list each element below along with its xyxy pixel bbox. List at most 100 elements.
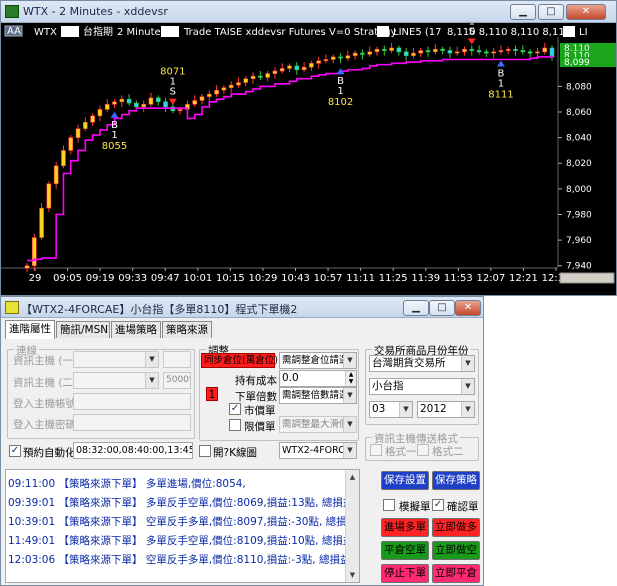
candle-body xyxy=(447,50,453,54)
save-strategy-button[interactable]: 保存策略 xyxy=(432,471,480,490)
candle-body xyxy=(520,50,526,53)
close-short-button[interactable]: 平倉空單 xyxy=(381,541,429,560)
minimize-button[interactable]: ▁ xyxy=(510,4,536,20)
candle-body xyxy=(367,51,373,55)
exchange-select[interactable]: 台灣期貨交易所 ▼ xyxy=(369,355,475,372)
candle-body xyxy=(279,68,285,72)
host1-port[interactable] xyxy=(163,351,191,368)
chart-area[interactable]: AA WTX S 台指期 2 Minutes R Trade TAISE xddevsr F… xyxy=(1,23,616,295)
order-maximize-button[interactable]: □ xyxy=(429,300,455,316)
scroll-down-icon[interactable]: ▼ xyxy=(347,569,358,581)
format1-label: 格式一 xyxy=(385,446,417,458)
candle-body xyxy=(454,51,460,54)
market-order-checkbox[interactable]: ✓ xyxy=(229,403,241,415)
order-minimize-button[interactable]: ▁ xyxy=(403,300,429,316)
close-button[interactable]: ✕ xyxy=(566,4,606,20)
candle-body xyxy=(119,98,125,103)
spinner-icon[interactable]: ▲ ▼ xyxy=(345,371,356,386)
x-tick-label: 10:57 xyxy=(314,273,343,284)
candle-body xyxy=(39,207,44,238)
scroll-up-icon[interactable]: ▲ xyxy=(347,471,358,483)
chevron-down-icon: ▼ xyxy=(145,352,158,367)
strategy-window-select[interactable]: WTX2-4FORCA ▼ xyxy=(279,442,357,459)
tab-strategy-source[interactable]: 策略來源 xyxy=(162,321,212,338)
multiplier-value: 需調整倍數請選 xyxy=(282,390,349,401)
candle-body xyxy=(265,73,270,78)
x-tick-label: 10:15 xyxy=(216,273,245,284)
host2-label: 資訊主機 (二) xyxy=(13,377,78,389)
login-password-field[interactable] xyxy=(73,414,191,431)
save-settings-button[interactable]: 保存設置 xyxy=(381,471,429,490)
max-slippage-select[interactable]: 需調整最大滑價 ▼ xyxy=(279,416,357,433)
candle-body xyxy=(309,63,314,68)
candle-body xyxy=(411,52,416,56)
multiplier-label: 下單倍數 xyxy=(235,391,277,403)
year-select[interactable]: 2012 ▼ xyxy=(417,401,475,418)
chevron-down-icon: ▼ xyxy=(399,402,412,417)
log-line: 11:49:01 【策略來源下單】 多單反手空單,價位:8109,損益:10點,… xyxy=(8,535,360,547)
open-k-chart-checkbox[interactable] xyxy=(199,445,211,457)
flatten-button[interactable]: 立即平倉 xyxy=(432,564,480,583)
y-tick-label: 7,960 xyxy=(566,236,592,246)
candle-body xyxy=(228,84,234,88)
trade-log[interactable]: 09:11:00 【策略來源下單】 多單進場,價位:8054, 09:39:01… xyxy=(5,469,360,583)
auto-schedule-checkbox[interactable]: ✓ xyxy=(9,445,21,457)
y-tick-label: 8,080 xyxy=(566,82,592,92)
log-line: 09:39:01 【策略來源下單】 多單反手空單,價位:8069,損益:13點,… xyxy=(8,497,360,509)
month-select[interactable]: 03 ▼ xyxy=(369,401,413,418)
stop-trading-button[interactable]: 停止下單 xyxy=(381,564,429,583)
order-titlebar[interactable]: 【WTX2-4FORCAE】小台指【多單8110】程式下單機2 ▁ □ ✕ xyxy=(1,297,483,318)
chevron-down-icon: ▼ xyxy=(145,373,158,388)
order-close-button[interactable]: ✕ xyxy=(455,300,481,316)
x-tick-label: 12:07 xyxy=(476,273,505,284)
multiplier-badge: 1 xyxy=(206,387,218,401)
chevron-down-icon: ▼ xyxy=(461,379,474,394)
host2-select[interactable]: ▼ xyxy=(73,372,159,389)
x-badge2-label: X xyxy=(565,27,572,38)
cost-field[interactable]: 0.0 ▲ ▼ xyxy=(279,370,357,387)
candle-body xyxy=(148,97,154,105)
log-line: 12:03:06 【策略來源下單】 空單反手多單,價位:8110,損益:-3點,… xyxy=(8,554,360,566)
chart-scrollbar[interactable] xyxy=(559,272,615,284)
x-tick-label: 09:47 xyxy=(151,273,180,284)
year-value: 2012 xyxy=(420,403,447,415)
y-tick-label: 8,040 xyxy=(566,134,592,144)
chevron-down-icon: ▼ xyxy=(461,402,474,417)
candle-body xyxy=(104,104,110,110)
candle-body xyxy=(316,60,321,64)
format2-checkbox[interactable] xyxy=(417,444,429,456)
host2-port[interactable]: 50009 xyxy=(163,372,191,389)
format1-checkbox[interactable] xyxy=(370,444,382,456)
chart-titlebar[interactable]: WTX - 2 Minutes - xddevsr ▁ □ ✕ xyxy=(1,1,616,23)
simulate-checkbox[interactable] xyxy=(383,499,395,511)
enter-short-button[interactable]: 立即做空 xyxy=(432,541,480,560)
login-password-label: 登入主機密碼 xyxy=(13,419,76,431)
tab-advanced[interactable]: 進階屬性 xyxy=(5,320,55,339)
price-chart[interactable]: AA WTX S 台指期 2 MinutesR Trade TAISE xddevsr F… xyxy=(1,23,616,295)
close-long-button[interactable]: 進場多單 xyxy=(381,518,429,537)
candle-body xyxy=(418,50,424,54)
product-select[interactable]: 小台指 ▼ xyxy=(369,378,475,395)
x-tick-label: 12:21 xyxy=(509,273,538,284)
index-name-label: 台指期 xyxy=(83,25,113,38)
candle-body xyxy=(272,70,278,74)
position-adjust-select[interactable]: 需調整倉位請選 ▼ xyxy=(279,352,357,369)
candle-body xyxy=(433,48,438,53)
limit-order-checkbox[interactable] xyxy=(229,419,241,431)
sync-position-button[interactable]: 同步倉位(萬倉位) xyxy=(201,353,278,368)
confirm-checkbox[interactable]: ✓ xyxy=(432,499,444,511)
login-account-field[interactable] xyxy=(73,393,191,410)
schedule-times-field[interactable]: 08:32:00,08:40:00,13:45:00 xyxy=(73,442,193,459)
position-adjust-value: 需調整倉位請選 xyxy=(282,355,349,366)
multiplier-select[interactable]: 需調整倍數請選 ▼ xyxy=(279,387,357,404)
candle-body xyxy=(542,47,548,53)
log-scrollbar[interactable]: ▲ ▼ xyxy=(345,470,359,582)
tab-sms[interactable]: 簡訊/MSN xyxy=(56,321,110,338)
enter-long-button[interactable]: 立即做多 xyxy=(432,518,480,537)
order-window: 【WTX2-4FORCAE】小台指【多單8110】程式下單機2 ▁ □ ✕ 進階… xyxy=(0,296,484,586)
maximize-button[interactable]: □ xyxy=(538,4,564,20)
candle-body xyxy=(258,75,263,78)
host1-select[interactable]: ▼ xyxy=(73,351,159,368)
price-tag-label: 8,099 xyxy=(564,58,590,68)
tab-entry-strategy[interactable]: 進場策略 xyxy=(111,321,161,338)
